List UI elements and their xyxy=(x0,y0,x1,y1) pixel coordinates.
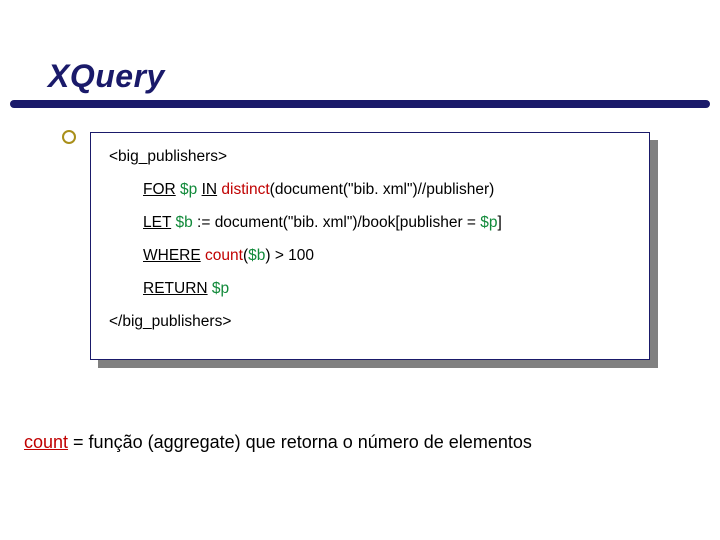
fn-distinct: distinct xyxy=(221,181,269,198)
code-line-where: WHERE count($b) > 100 xyxy=(109,246,631,267)
code-line-return: RETURN $p xyxy=(109,279,631,300)
keyword-return: RETURN xyxy=(143,280,208,297)
code-box: <big_publishers> FOR $p IN distinct(docu… xyxy=(90,132,650,360)
var-b: $b xyxy=(175,214,192,231)
keyword-for: FOR xyxy=(143,181,176,198)
code-line-open: <big_publishers> xyxy=(109,147,631,168)
let-mid: := document("bib. xml")/book[publisher = xyxy=(193,214,481,231)
keyword-in: IN xyxy=(202,181,218,198)
var-p: $p xyxy=(180,181,197,198)
var-b-2: $b xyxy=(248,247,265,264)
for-tail: (document("bib. xml")//publisher) xyxy=(270,181,495,198)
let-tail: ] xyxy=(498,214,502,231)
keyword-let: LET xyxy=(143,214,171,231)
fn-count: count xyxy=(205,247,243,264)
caption-count-word: count xyxy=(24,432,68,452)
code-line-for: FOR $p IN distinct(document("bib. xml")/… xyxy=(109,180,631,201)
bullet-icon xyxy=(62,130,76,144)
where-tail: ) > 100 xyxy=(265,247,314,264)
var-p-2: $p xyxy=(480,214,497,231)
code-line-close: </big_publishers> xyxy=(109,312,631,333)
var-p-3: $p xyxy=(212,280,229,297)
page-title: XQuery xyxy=(48,58,165,95)
caption: count = função (aggregate) que retorna o… xyxy=(24,432,532,453)
code-line-let: LET $b := document("bib. xml")/book[publ… xyxy=(109,213,631,234)
caption-rest: = função (aggregate) que retorna o númer… xyxy=(68,432,532,452)
keyword-where: WHERE xyxy=(143,247,201,264)
title-underline xyxy=(10,100,710,108)
